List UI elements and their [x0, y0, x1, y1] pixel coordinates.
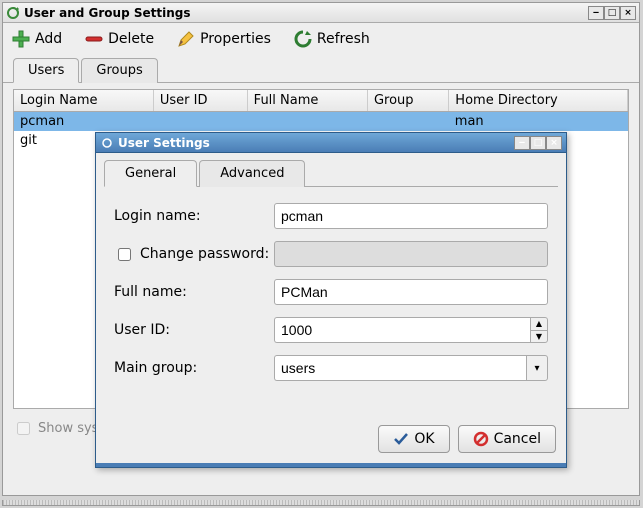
general-form: Login name: Change password: Full name: … — [102, 187, 560, 413]
toolbar: Add Delete Properties Refresh — [3, 23, 639, 55]
properties-button[interactable]: Properties — [176, 29, 271, 49]
refresh-icon — [293, 29, 313, 49]
user-settings-dialog: User Settings ‒ □ × General Advanced Log… — [95, 132, 567, 468]
ok-label: OK — [414, 431, 434, 447]
spin-down-icon[interactable]: ▼ — [531, 331, 547, 343]
window-title: User and Group Settings — [24, 6, 191, 20]
col-uid[interactable]: User ID — [153, 90, 247, 112]
add-label: Add — [35, 31, 62, 47]
col-home[interactable]: Home Directory — [449, 90, 628, 112]
show-system-checkbox[interactable] — [17, 422, 30, 435]
titlebar: User and Group Settings ‒ □ × — [3, 3, 639, 23]
chevron-down-icon: ▾ — [534, 363, 539, 374]
main-tabs: Users Groups — [3, 57, 639, 83]
delete-label: Delete — [108, 31, 154, 47]
refresh-label: Refresh — [317, 31, 370, 47]
col-full[interactable]: Full Name — [247, 90, 367, 112]
dialog-titlebar: User Settings ‒ □ × — [96, 133, 566, 153]
user-id-spinner[interactable]: ▲ ▼ — [530, 317, 548, 343]
delete-button[interactable]: Delete — [84, 29, 154, 49]
ok-button[interactable]: OK — [378, 425, 449, 453]
maximize-button[interactable]: □ — [604, 6, 620, 20]
full-name-input[interactable] — [274, 279, 548, 305]
dialog-minimize-button[interactable]: ‒ — [514, 136, 530, 150]
main-group-input[interactable] — [274, 355, 526, 381]
full-name-label: Full name: — [114, 284, 274, 300]
pencil-icon — [176, 29, 196, 49]
tab-general[interactable]: General — [104, 160, 197, 187]
col-login[interactable]: Login Name — [14, 90, 153, 112]
tab-advanced[interactable]: Advanced — [199, 160, 305, 187]
tab-users[interactable]: Users — [13, 58, 79, 83]
main-group-dropdown[interactable]: ▾ — [526, 355, 548, 381]
minus-icon — [84, 29, 104, 49]
password-input — [274, 241, 548, 267]
dialog-icon — [100, 136, 114, 150]
dialog-tabs: General Advanced — [104, 159, 558, 187]
add-button[interactable]: Add — [11, 29, 62, 49]
table-row[interactable]: pcman man — [14, 112, 628, 132]
tab-groups[interactable]: Groups — [81, 58, 157, 83]
refresh-button[interactable]: Refresh — [293, 29, 370, 49]
close-button[interactable]: × — [620, 6, 636, 20]
login-name-label: Login name: — [114, 208, 274, 224]
cancel-label: Cancel — [494, 431, 541, 447]
cancel-icon — [473, 431, 489, 447]
check-icon — [393, 431, 409, 447]
dialog-close-button[interactable]: × — [546, 136, 562, 150]
dialog-maximize-button[interactable]: □ — [530, 136, 546, 150]
minimize-button[interactable]: ‒ — [588, 6, 604, 20]
login-name-input[interactable] — [274, 203, 548, 229]
user-id-input[interactable] — [274, 317, 530, 343]
change-password-label: Change password: — [140, 246, 269, 262]
app-icon — [6, 6, 20, 20]
status-strip — [2, 500, 640, 506]
properties-label: Properties — [200, 31, 271, 47]
col-group[interactable]: Group — [367, 90, 448, 112]
dialog-bottom-border — [96, 463, 566, 467]
plus-icon — [11, 29, 31, 49]
main-group-label: Main group: — [114, 360, 274, 376]
cancel-button[interactable]: Cancel — [458, 425, 556, 453]
user-id-label: User ID: — [114, 322, 274, 338]
change-password-checkbox[interactable] — [118, 248, 131, 261]
spin-up-icon[interactable]: ▲ — [531, 318, 547, 331]
dialog-title: User Settings — [118, 136, 210, 150]
